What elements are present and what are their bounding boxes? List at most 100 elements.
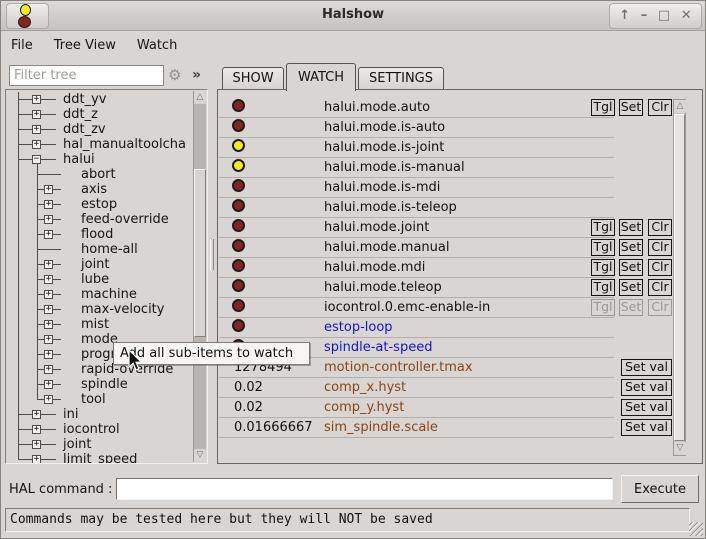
scroll-up-icon[interactable]: △ [194, 91, 206, 104]
tree-item-tool[interactable]: +tool [6, 392, 193, 407]
set-val-button[interactable]: Set val [621, 399, 672, 416]
tree-expander-+[interactable]: + [32, 455, 41, 464]
tree-expander-+[interactable]: + [44, 320, 53, 329]
tree-item-hal_manualtoolcha[interactable]: + hal_manualtoolcha [6, 137, 193, 152]
watch-scrollbar[interactable]: △ ▽ [673, 99, 686, 456]
filter-tree-input[interactable] [9, 65, 164, 86]
set-val-button[interactable]: Set val [621, 359, 672, 376]
maximize-button[interactable]: □ [658, 4, 670, 28]
tree-item-abort[interactable]: abort [6, 167, 193, 182]
tree-scrollbar[interactable]: △ ▽ [193, 91, 206, 462]
resize-grip[interactable] [689, 522, 703, 536]
tree-item-limit_speed[interactable]: +limit_speed [6, 452, 193, 464]
tree-item-iocontrol[interactable]: +iocontrol [6, 422, 193, 437]
tab-settings[interactable]: SETTINGS [358, 67, 444, 89]
tree-expander-+[interactable]: + [32, 140, 41, 149]
tree-item-axis[interactable]: +axis [6, 182, 193, 197]
tree-item-label: abort [81, 167, 116, 182]
tgl-button[interactable]: Tgl [591, 239, 615, 256]
tree-item-lube[interactable]: +lube [6, 272, 193, 287]
tree-expander-−[interactable]: − [32, 155, 41, 164]
scroll-down-icon[interactable]: ▽ [194, 449, 206, 462]
watch-name: motion-controller.tmax [324, 360, 473, 375]
tree-expander-+[interactable]: + [44, 185, 53, 194]
clr-button[interactable]: Clr [648, 239, 672, 256]
set-button[interactable]: Set [619, 279, 643, 296]
watch-scrollbar-thumb[interactable] [674, 114, 685, 441]
minimize-button[interactable]: – [641, 4, 648, 28]
hal-command-input[interactable] [116, 478, 613, 500]
tree-item-estop[interactable]: +estop [6, 197, 193, 212]
tree-item-ddt_z[interactable]: +ddt_z [6, 107, 193, 122]
tree-item-label: hal_manualtoolcha [63, 137, 186, 152]
led-off-indicator [232, 99, 245, 112]
set-button: Set [619, 299, 643, 316]
tgl-button[interactable]: Tgl [591, 99, 615, 116]
tree-item-joint[interactable]: +joint [6, 257, 193, 272]
filter-settings-gear-icon[interactable]: ⚙ [168, 66, 181, 84]
pane-sash-handle[interactable] [210, 239, 214, 270]
menu-watch[interactable]: Watch [137, 38, 177, 53]
tree-scrollbar-thumb[interactable] [194, 169, 206, 337]
clr-button[interactable]: Clr [648, 279, 672, 296]
tree-item-feed-override[interactable]: +feed-override [6, 212, 193, 227]
watch-row: halui.mode.manualTglSetClr [218, 238, 702, 258]
set-button[interactable]: Set [619, 239, 643, 256]
execute-button[interactable]: Execute [621, 475, 699, 503]
tree-expander-+[interactable]: + [44, 260, 53, 269]
tree-expander-+[interactable]: + [44, 290, 53, 299]
tree-expander-+[interactable]: + [44, 365, 53, 374]
tree-item-spindle[interactable]: +spindle [6, 377, 193, 392]
scroll-up-icon[interactable]: △ [674, 100, 686, 113]
tree-item-machine[interactable]: + machine [6, 287, 193, 302]
tree-expander-+[interactable]: + [44, 335, 53, 344]
tab-show[interactable]: SHOW [222, 67, 284, 89]
tab-watch[interactable]: WATCH [286, 63, 356, 91]
set-val-button[interactable]: Set val [621, 379, 672, 396]
tree-expander-+[interactable]: + [32, 425, 41, 434]
tree-item-halui[interactable]: −halui [6, 152, 193, 167]
tree-expander-+[interactable]: + [44, 380, 53, 389]
scroll-down-icon[interactable]: ▽ [674, 442, 686, 455]
tree-item-mist[interactable]: +mist [6, 317, 193, 332]
clr-button[interactable]: Clr [648, 99, 672, 116]
set-val-button[interactable]: Set val [621, 419, 672, 436]
set-button[interactable]: Set [619, 99, 643, 116]
clr-button[interactable]: Clr [648, 259, 672, 276]
tree-expander-+[interactable]: + [44, 215, 53, 224]
tree-item-label: machine [81, 287, 137, 302]
tree-expander-+[interactable]: + [44, 230, 53, 239]
filter-expand-chevrons-icon[interactable]: » [192, 67, 201, 83]
menu-file[interactable]: File [11, 38, 33, 53]
mouse-cursor [128, 349, 144, 373]
watch-name: halui.mode.joint [324, 220, 429, 235]
tree-expander-+[interactable]: + [32, 410, 41, 419]
tree-expander-+[interactable]: + [32, 440, 41, 449]
watch-row: 0.02comp_x.hystSet val [218, 378, 702, 398]
tree-item-home-all[interactable]: home-all [6, 242, 193, 257]
tree-expander-+[interactable]: + [44, 305, 53, 314]
menu-tree-view[interactable]: Tree View [54, 38, 116, 53]
tree-expander-+[interactable]: + [44, 350, 53, 359]
tgl-button[interactable]: Tgl [591, 219, 615, 236]
tree-item-flood[interactable]: +flood [6, 227, 193, 242]
tree-expander-+[interactable]: + [32, 95, 41, 104]
tree-expander-+[interactable]: + [44, 200, 53, 209]
shade-button[interactable]: ↑ [619, 4, 630, 28]
tree-item-max-velocity[interactable]: +max-velocity [6, 302, 193, 317]
tree-item-ddt_zv[interactable]: +ddt_zv [6, 122, 193, 137]
tree-item-ini[interactable]: +ini [6, 407, 193, 422]
tgl-button[interactable]: Tgl [591, 279, 615, 296]
set-button[interactable]: Set [619, 219, 643, 236]
tree-expander-+[interactable]: + [32, 125, 41, 134]
tree-item-joint[interactable]: +joint [6, 437, 193, 452]
led-off-indicator [232, 199, 245, 212]
tgl-button[interactable]: Tgl [591, 259, 615, 276]
tree-expander-+[interactable]: + [44, 275, 53, 284]
tree-expander-+[interactable]: + [32, 110, 41, 119]
clr-button[interactable]: Clr [648, 219, 672, 236]
set-button[interactable]: Set [619, 259, 643, 276]
tree-expander-+[interactable]: + [44, 395, 53, 404]
close-button[interactable]: ✕ [681, 4, 692, 28]
tree-item-ddt_yv[interactable]: +ddt_yv [6, 92, 193, 107]
